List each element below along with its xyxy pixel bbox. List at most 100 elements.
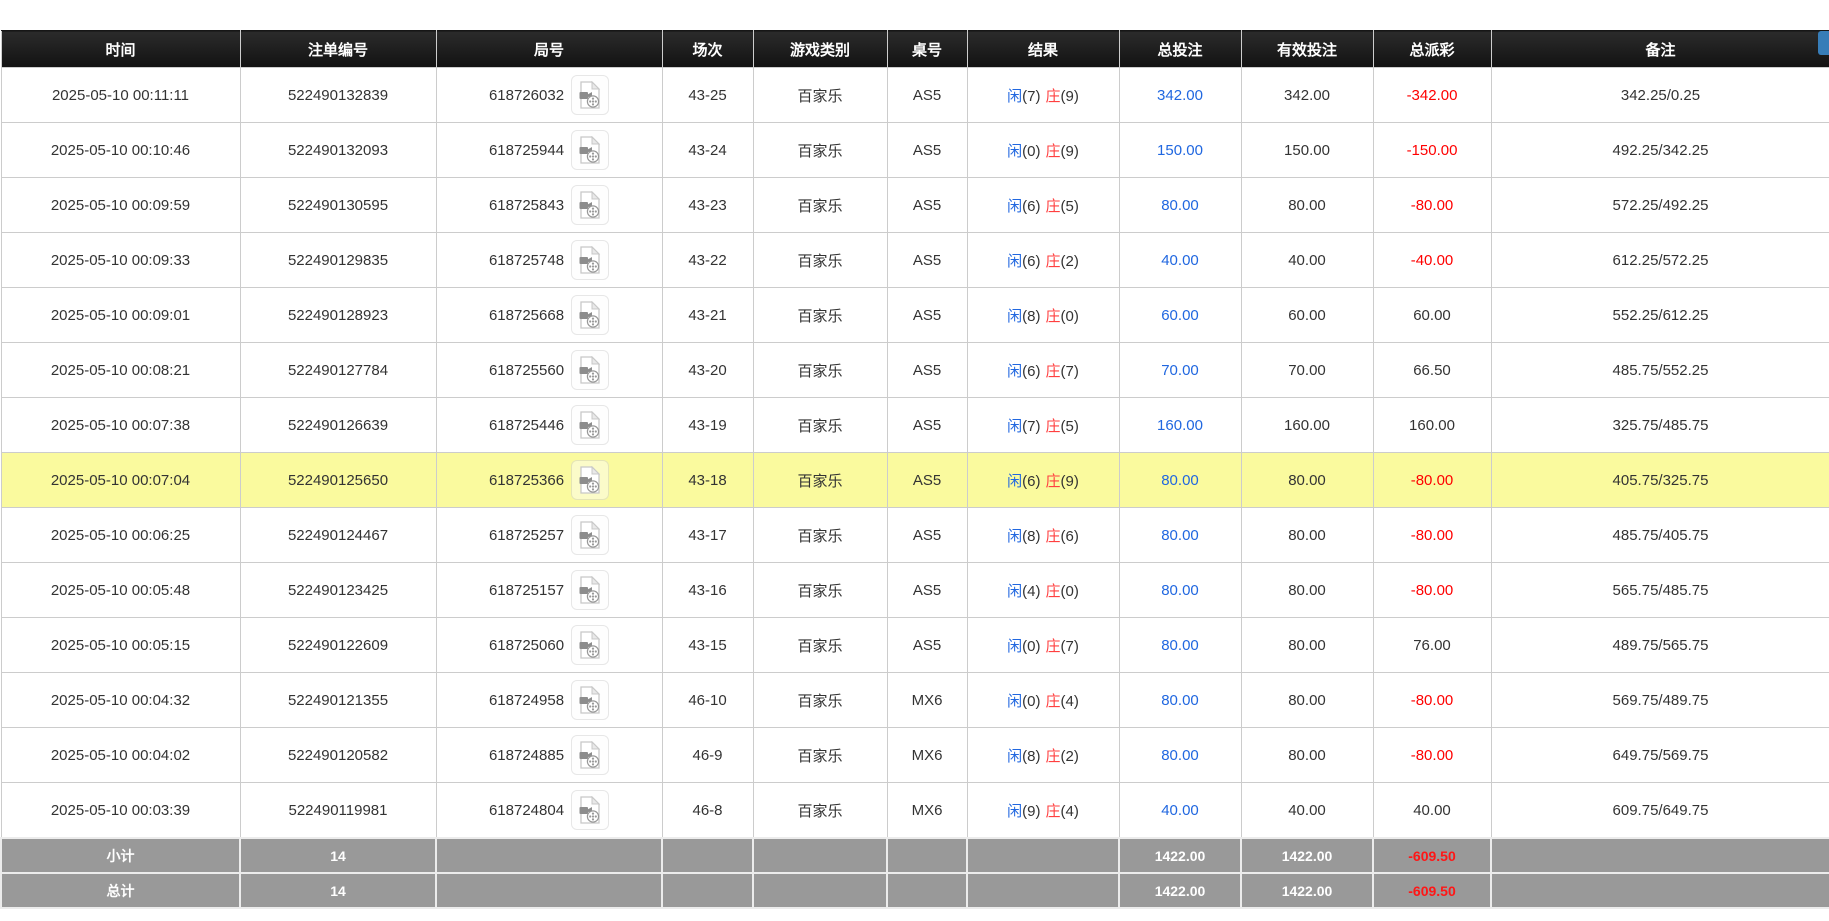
- result-banker-label: 庄: [1045, 197, 1061, 215]
- cell-time: 2025-05-10 00:04:02: [0, 727, 241, 783]
- cell-session: 43-19: [661, 397, 754, 453]
- cell-bet-id: 522490119981: [239, 782, 437, 839]
- cell-total-bet[interactable]: 80.00: [1118, 452, 1242, 508]
- summary-empty-game-type: [752, 837, 888, 874]
- cell-game-type: 百家乐: [752, 397, 888, 453]
- round-number: 618726032: [488, 86, 565, 104]
- video-playback-button[interactable]: [571, 460, 610, 500]
- cell-bet-id: 522490121355: [239, 672, 437, 728]
- video-playback-button[interactable]: [571, 790, 610, 830]
- video-playback-button[interactable]: [571, 185, 610, 225]
- table-body: 2025-05-10 00:11:11 522490132839 6187260…: [0, 67, 1829, 839]
- column-header-session: 场次: [661, 30, 754, 68]
- result-player-score: (0): [1022, 692, 1041, 710]
- round-number: 618725157: [488, 581, 565, 599]
- cell-session: 43-16: [661, 562, 754, 618]
- cell-result: 闲(8) 庄(0): [966, 287, 1120, 343]
- cell-bet-id: 522490132093: [239, 122, 437, 178]
- cell-total-bet[interactable]: 70.00: [1118, 342, 1242, 398]
- video-playback-button[interactable]: [571, 735, 610, 775]
- cell-valid-bet: 150.00: [1240, 122, 1374, 178]
- cell-result: 闲(0) 庄(9): [966, 122, 1120, 178]
- cell-total-bet[interactable]: 80.00: [1118, 177, 1242, 233]
- cell-session: 46-9: [661, 727, 754, 783]
- cell-total-payout: -80.00: [1372, 672, 1492, 728]
- result-player-score: (6): [1022, 252, 1041, 270]
- video-playback-button[interactable]: [571, 350, 610, 390]
- summary-valid-bet: 1422.00: [1240, 837, 1374, 874]
- result-player-score: (6): [1022, 472, 1041, 490]
- video-playback-button[interactable]: [571, 130, 610, 170]
- column-header-bet-id: 注单编号: [239, 30, 437, 68]
- cell-time: 2025-05-10 00:05:15: [0, 617, 241, 673]
- cell-valid-bet: 80.00: [1240, 672, 1374, 728]
- top-right-button[interactable]: [1818, 31, 1829, 55]
- cell-valid-bet: 160.00: [1240, 397, 1374, 453]
- cell-game-type: 百家乐: [752, 122, 888, 178]
- video-playback-button[interactable]: [571, 240, 610, 280]
- video-playback-button[interactable]: [571, 680, 610, 720]
- video-file-icon: [579, 796, 601, 824]
- summary-row: 小计 14 1422.00 1422.00 -609.50: [0, 837, 1829, 874]
- cell-total-bet[interactable]: 342.00: [1118, 67, 1242, 123]
- round-number: 618725446: [488, 416, 565, 434]
- cell-total-bet[interactable]: 40.00: [1118, 782, 1242, 839]
- video-file-icon: [579, 466, 601, 494]
- cell-remark: 489.75/565.75: [1490, 617, 1829, 673]
- video-playback-button[interactable]: [571, 75, 610, 115]
- cell-bet-id: 522490129835: [239, 232, 437, 288]
- result-banker-score: (7): [1060, 362, 1079, 380]
- cell-total-bet[interactable]: 80.00: [1118, 507, 1242, 563]
- cell-total-payout: -80.00: [1372, 452, 1492, 508]
- cell-time: 2025-05-10 00:07:38: [0, 397, 241, 453]
- cell-remark: 325.75/485.75: [1490, 397, 1829, 453]
- round-number: 618725748: [488, 251, 565, 269]
- cell-total-bet[interactable]: 80.00: [1118, 562, 1242, 618]
- cell-round: 618725257: [435, 507, 663, 563]
- video-playback-button[interactable]: [571, 515, 610, 555]
- result-banker-score: (9): [1060, 142, 1079, 160]
- cell-total-bet[interactable]: 40.00: [1118, 232, 1242, 288]
- cell-total-bet[interactable]: 80.00: [1118, 617, 1242, 673]
- result-banker-score: (0): [1060, 307, 1079, 325]
- video-playback-button[interactable]: [571, 295, 610, 335]
- cell-total-bet[interactable]: 60.00: [1118, 287, 1242, 343]
- cell-valid-bet: 70.00: [1240, 342, 1374, 398]
- bet-history-page: { "colors": { "header_bg": "#1b1b1b", "a…: [0, 30, 1829, 921]
- cell-total-bet[interactable]: 80.00: [1118, 727, 1242, 783]
- cell-table-no: AS5: [886, 452, 968, 508]
- table-row: 2025-05-10 00:04:32 522490121355 6187249…: [0, 672, 1829, 728]
- cell-time: 2025-05-10 00:11:11: [0, 67, 241, 123]
- table-row: 2025-05-10 00:04:02 522490120582 6187248…: [0, 727, 1829, 783]
- video-file-icon: [579, 686, 601, 714]
- video-playback-button[interactable]: [571, 405, 610, 445]
- cell-total-payout: 76.00: [1372, 617, 1492, 673]
- video-file-icon: [579, 521, 601, 549]
- cell-bet-id: 522490132839: [239, 67, 437, 123]
- cell-total-bet[interactable]: 80.00: [1118, 672, 1242, 728]
- result-banker-score: (4): [1060, 692, 1079, 710]
- video-playback-button[interactable]: [571, 625, 610, 665]
- cell-total-bet[interactable]: 150.00: [1118, 122, 1242, 178]
- result-banker-label: 庄: [1045, 362, 1061, 380]
- video-playback-button[interactable]: [571, 570, 610, 610]
- cell-game-type: 百家乐: [752, 67, 888, 123]
- result-player-label: 闲: [1007, 747, 1023, 765]
- cell-total-bet[interactable]: 160.00: [1118, 397, 1242, 453]
- round-number: 618725668: [488, 306, 565, 324]
- result-player-label: 闲: [1007, 802, 1023, 820]
- result-banker-label: 庄: [1045, 582, 1061, 600]
- video-file-icon: [579, 136, 601, 164]
- result-banker-label: 庄: [1045, 527, 1061, 545]
- cell-valid-bet: 40.00: [1240, 782, 1374, 839]
- cell-total-payout: -80.00: [1372, 562, 1492, 618]
- cell-round: 618724885: [435, 727, 663, 783]
- result-player-score: (6): [1022, 197, 1041, 215]
- cell-time: 2025-05-10 00:04:32: [0, 672, 241, 728]
- cell-remark: 405.75/325.75: [1490, 452, 1829, 508]
- cell-session: 46-10: [661, 672, 754, 728]
- cell-game-type: 百家乐: [752, 782, 888, 839]
- cell-round: 618725843: [435, 177, 663, 233]
- cell-total-payout: -342.00: [1372, 67, 1492, 123]
- round-number: 618725060: [488, 636, 565, 654]
